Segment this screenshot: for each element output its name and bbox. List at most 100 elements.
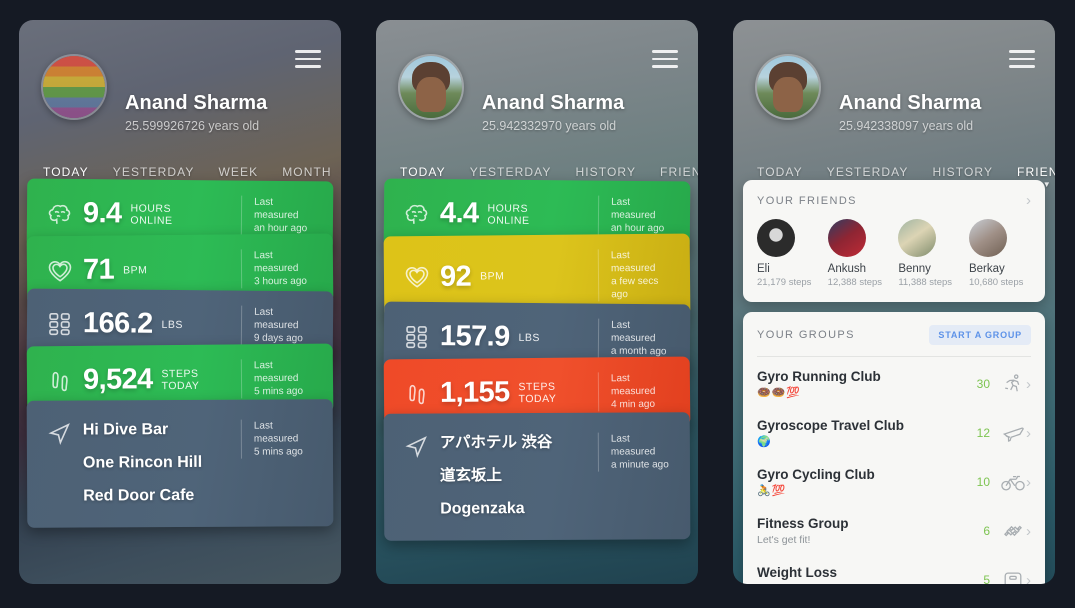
places-list: Hi Dive Bar One Rincon Hill Red Door Cafe [83,420,241,506]
metric-unit-line2: TODAY [161,379,200,392]
metric-unit-line2: TODAY [518,392,557,405]
group-member-count: 5 [983,573,990,584]
chevron-right-icon[interactable]: › [1026,193,1031,208]
navigation-arrow-icon [41,421,79,447]
panel-header: Anand Sharma 25.942338097 years old TODAY Y… [733,20,1055,180]
avatar[interactable] [398,54,464,120]
chevron-right-icon[interactable]: › [1026,475,1031,490]
friend-avatar [898,219,937,257]
avatar-photo [757,56,819,118]
group-info: Gyroscope Travel Club 🌍 [757,418,977,448]
tab-history[interactable]: HISTORY [575,165,636,179]
metric-measured-time: Last measured [610,196,656,222]
tab-today[interactable]: TODAY [43,165,89,179]
friend-avatar [757,219,795,257]
chevron-right-icon[interactable]: › [1026,377,1031,392]
group-row[interactable]: Weight Loss A group for weight loss5 › [757,555,1031,584]
places-card[interactable]: Hi Dive Bar One Rincon Hill Red Door Cafe L… [26,399,334,528]
group-row[interactable]: Fitness Group Let's get fit! 6 › [757,506,1031,555]
place-item[interactable]: アパホテル 渋谷 [440,433,598,453]
metric-value: 166.2 [82,307,153,340]
hamburger-menu-icon[interactable] [652,50,678,73]
metric-value: 71 [82,253,115,286]
group-member-count: 12 [976,426,990,440]
chevron-right-icon[interactable]: › [1026,573,1031,585]
metric-measured-time: Last measured 4 min ago [597,371,677,412]
metric-unit: LBS [519,331,540,343]
hamburger-menu-icon[interactable] [1009,50,1035,73]
group-name: Gyro Running Club [757,369,881,384]
friend-avatar [827,219,866,257]
friends-card: YOUR FRIENDS › Eli 21,179 steps Ankush 12,388… [743,180,1045,302]
friends-list: Eli 21,179 steps Ankush 12,388 steps Benny 11… [757,219,1031,288]
friend-item[interactable]: Berkay 10,680 steps [968,219,1031,288]
metric-measured-time: Last measured 9 days ago [240,305,320,346]
group-row[interactable]: Gyro Cycling Club 🚴💯 10 › [757,457,1031,506]
group-info: Fitness Group Let's get fit! [757,516,983,546]
friend-item[interactable]: Eli 21,179 steps [757,219,819,288]
user-age: 25.942332970 years old [482,119,617,133]
place-item[interactable]: 道玄坂上 [440,466,598,486]
group-info: Gyro Running Club 🍩🍩💯 [757,369,977,399]
metric-value: 9,524 [82,363,153,396]
friend-steps: 10,680 steps [968,277,1024,288]
tab-yesterday[interactable]: YESTERDAY [113,165,195,179]
places-list: アパホテル 渋谷 道玄坂上 Dogenzaka [440,433,598,519]
metric-value: 1,155 [439,376,510,409]
chevron-right-icon[interactable]: › [1026,524,1031,539]
heart-icon [41,258,79,282]
tab-week[interactable]: WEEK [218,165,258,179]
metric-unit: STEPS TODAY [161,367,199,391]
group-subtitle: A group for weight loss [757,583,983,584]
footsteps-icon [41,367,79,393]
scale-icon [398,323,436,349]
heart-icon [398,265,436,289]
hamburger-menu-icon[interactable] [295,50,321,73]
place-item[interactable]: Red Door Cafe [83,486,241,506]
avatar[interactable] [41,54,107,120]
metric-measured-time: Last measured 3 hours ago [240,248,320,289]
friends-card-header: YOUR FRIENDS › [757,193,1031,208]
tab-friends[interactable]: FRIENDS [1017,165,1055,179]
tab-friends[interactable]: FRIENDS [660,165,698,179]
divider [757,356,1031,357]
metric-unit: STEPS TODAY [518,380,556,404]
group-row[interactable]: Gyro Running Club 🍩🍩💯 30 › [757,359,1031,408]
panel-header: Anand Sharma 25.599926726 years old TODAY Y… [19,20,341,180]
brain-icon [41,202,79,224]
metric-unit: LBS [162,318,183,330]
metric-measured-time-line2: a few secs ago [611,275,659,301]
footsteps-icon [398,380,436,406]
avatar[interactable] [755,54,821,120]
metric-unit: HOURS [487,202,529,215]
metric-measured-time: Last measured [610,373,656,398]
metric-unit: HOURS ONLINE [130,202,172,226]
places-card[interactable]: アパホテル 渋谷 道玄坂上 Dogenzaka Last measured a minu… [383,412,691,541]
place-item[interactable]: One Rincon Hill [83,453,241,473]
friend-item[interactable]: Benny 11,388 steps [898,219,960,288]
metric-measured-time-line2: 5 mins ago [254,385,304,398]
tab-history[interactable]: HISTORY [932,165,993,179]
friend-name: Benny [898,263,931,275]
place-item[interactable]: Dogenzaka [440,499,598,519]
groups-title: YOUR GROUPS [757,329,855,341]
places-row: Hi Dive Bar One Rincon Hill Red Door Cafe L… [41,419,319,505]
metric-unit: HOURS [130,202,172,215]
phone-panel-1: Anand Sharma 25.599926726 years old TODAY Y… [19,20,341,584]
group-row[interactable]: Gyroscope Travel Club 🌍 12 › [757,408,1031,457]
tab-yesterday[interactable]: YESTERDAY [827,165,909,179]
weight-scale-icon [1000,569,1026,584]
metric-unit-line2: ONLINE [130,214,173,227]
chevron-right-icon[interactable]: › [1026,426,1031,441]
place-item[interactable]: Hi Dive Bar [83,420,241,440]
metric-unit: BPM [123,263,148,277]
metric-unit: LBS [518,331,540,344]
tab-today[interactable]: TODAY [757,165,803,179]
start-a-group-button[interactable]: START A GROUP [929,325,1031,345]
tab-yesterday[interactable]: YESTERDAY [470,165,552,179]
group-name: Weight Loss [757,565,838,580]
tab-today[interactable]: TODAY [400,165,446,179]
tab-month[interactable]: MONTH [282,165,332,179]
friend-item[interactable]: Ankush 12,388 steps [827,219,890,288]
panel-header: Anand Sharma 25.942332970 years old TODAY Y… [376,20,698,180]
